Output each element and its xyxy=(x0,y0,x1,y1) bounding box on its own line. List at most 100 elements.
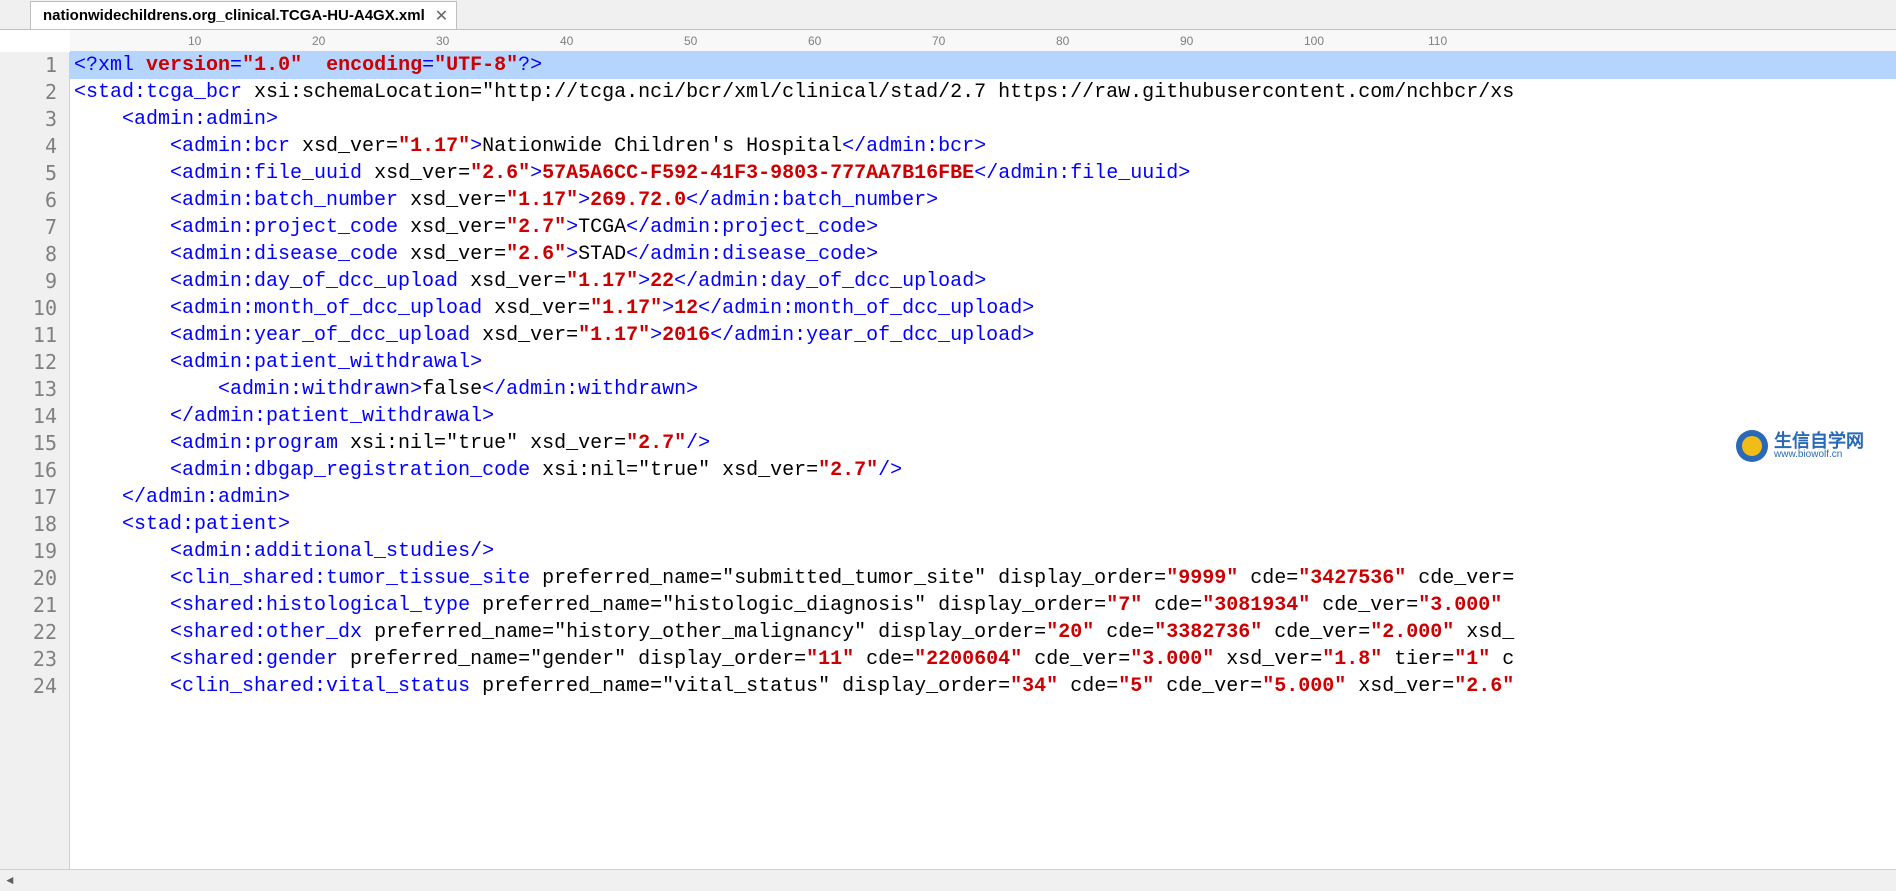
file-tab[interactable]: nationwidechildrens.org_clinical.TCGA-HU… xyxy=(30,1,457,29)
token: cde= xyxy=(1070,675,1118,698)
code-line[interactable]: </admin:patient_withdrawal> xyxy=(70,403,1896,430)
token: version xyxy=(146,54,230,77)
token: "gender" xyxy=(530,648,638,671)
token: preferred_name= xyxy=(542,567,722,590)
line-number: 3 xyxy=(0,106,57,133)
token: xsi:nil= xyxy=(542,459,638,482)
line-number: 2 xyxy=(0,79,57,106)
code-line[interactable]: <admin:bcr xsd_ver="1.17">Nationwide Chi… xyxy=(70,133,1896,160)
code-line[interactable]: <admin:withdrawn>false</admin:withdrawn> xyxy=(70,376,1896,403)
code-line[interactable]: <admin:patient_withdrawal> xyxy=(70,349,1896,376)
code-view[interactable]: <?xml version="1.0" encoding="UTF-8"?><s… xyxy=(70,52,1896,869)
token: "11" xyxy=(806,648,866,671)
code-line[interactable]: <shared:other_dx preferred_name="history… xyxy=(70,619,1896,646)
ruler-mark: 30 xyxy=(436,34,449,48)
ruler-mark: 100 xyxy=(1304,34,1324,48)
code-line[interactable]: </admin:admin> xyxy=(70,484,1896,511)
token: /> xyxy=(686,432,710,455)
code-line[interactable]: <admin:additional_studies/> xyxy=(70,538,1896,565)
code-line[interactable]: <stad:patient> xyxy=(70,511,1896,538)
line-number: 13 xyxy=(0,376,57,403)
token: <admin:month_of_dcc_upload xyxy=(170,297,494,320)
token: <admin:additional_studies/> xyxy=(170,540,494,563)
token: c xyxy=(1502,648,1514,671)
token: TCGA xyxy=(578,216,626,239)
token: = xyxy=(230,54,242,77)
code-line[interactable]: <?xml version="1.0" encoding="UTF-8"?> xyxy=(70,52,1896,79)
ruler-mark: 20 xyxy=(312,34,325,48)
token: "1.17" xyxy=(398,135,470,158)
token: "7" xyxy=(1106,594,1154,617)
code-line[interactable]: <admin:file_uuid xsd_ver="2.6">57A5A6CC-… xyxy=(70,160,1896,187)
token: "9999" xyxy=(1166,567,1250,590)
code-line[interactable]: <clin_shared:vital_status preferred_name… xyxy=(70,673,1896,700)
token: "3427536" xyxy=(1298,567,1418,590)
token: tier= xyxy=(1394,648,1454,671)
code-line[interactable]: <admin:day_of_dcc_upload xsd_ver="1.17">… xyxy=(70,268,1896,295)
token: xsd_ver= xyxy=(1358,675,1454,698)
token: "vital_status" xyxy=(662,675,842,698)
line-number: 16 xyxy=(0,457,57,484)
line-number-gutter: 123456789101112131415161718192021222324 xyxy=(0,52,70,869)
code-line[interactable]: <admin:year_of_dcc_upload xsd_ver="1.17"… xyxy=(70,322,1896,349)
line-number: 7 xyxy=(0,214,57,241)
token: <admin:project_code xyxy=(170,216,410,239)
code-line[interactable]: <stad:tcga_bcr xsi:schemaLocation="http:… xyxy=(70,79,1896,106)
ruler-mark: 60 xyxy=(808,34,821,48)
logo-icon xyxy=(1736,430,1768,462)
line-number: 12 xyxy=(0,349,57,376)
token: "1.17" xyxy=(566,270,638,293)
code-line[interactable]: <shared:histological_type preferred_name… xyxy=(70,592,1896,619)
code-line[interactable]: <admin:batch_number xsd_ver="1.17">269.7… xyxy=(70,187,1896,214)
token: > xyxy=(638,270,650,293)
token: "1.17" xyxy=(590,297,662,320)
ruler-mark: 90 xyxy=(1180,34,1193,48)
token: cde= xyxy=(1154,594,1202,617)
token: "2.7" xyxy=(506,216,566,239)
ruler-mark: 110 xyxy=(1428,34,1447,48)
token: <admin:file_uuid xyxy=(170,162,374,185)
code-line[interactable]: <admin:dbgap_registration_code xsi:nil= "… xyxy=(70,457,1896,484)
token: "http://tcga.nci/bcr/xml/clinical/stad/2… xyxy=(482,81,1514,104)
watermark-cn: 生信自学网 xyxy=(1774,432,1864,450)
token: "1" xyxy=(1454,648,1502,671)
token: false xyxy=(422,378,482,401)
token: ?> xyxy=(518,54,542,77)
token: <admin:year_of_dcc_upload xyxy=(170,324,482,347)
token: </admin:day_of_dcc_upload> xyxy=(674,270,986,293)
close-icon[interactable]: ✕ xyxy=(435,6,448,26)
horizontal-scrollbar[interactable]: ◄ xyxy=(0,869,1896,891)
token: cde_ver= xyxy=(1418,567,1514,590)
code-line[interactable]: <admin:month_of_dcc_upload xsd_ver="1.17… xyxy=(70,295,1896,322)
token: "UTF-8" xyxy=(434,54,518,77)
token: encoding xyxy=(326,54,422,77)
token: <clin_shared:vital_status xyxy=(170,675,482,698)
token: 12 xyxy=(674,297,698,320)
token: <shared:histological_type xyxy=(170,594,482,617)
code-line[interactable]: <clin_shared:tumor_tissue_site preferred… xyxy=(70,565,1896,592)
code-line[interactable]: <admin:program xsi:nil="true" xsd_ver="2… xyxy=(70,430,1896,457)
token: <admin:dbgap_registration_code xyxy=(170,459,542,482)
code-line[interactable]: <admin:project_code xsd_ver="2.7">TCGA</… xyxy=(70,214,1896,241)
token: </admin:patient_withdrawal> xyxy=(170,405,494,428)
line-number: 1 xyxy=(0,52,57,79)
token: 2016 xyxy=(662,324,710,347)
scroll-left-icon[interactable]: ◄ xyxy=(0,871,20,891)
token: "2.6" xyxy=(470,162,530,185)
token: <shared:gender xyxy=(170,648,350,671)
ruler-mark: 10 xyxy=(188,34,201,48)
token: "3.000" xyxy=(1130,648,1226,671)
token: > xyxy=(530,162,542,185)
token: xsd_ver= xyxy=(302,135,398,158)
line-number: 15 xyxy=(0,430,57,457)
token: "2.7" xyxy=(818,459,878,482)
token: > xyxy=(470,135,482,158)
token: = xyxy=(422,54,434,77)
code-line[interactable]: <admin:admin> xyxy=(70,106,1896,133)
code-line[interactable]: <admin:disease_code xsd_ver="2.6">STAD</… xyxy=(70,241,1896,268)
code-line[interactable]: <shared:gender preferred_name="gender" d… xyxy=(70,646,1896,673)
token: "3.000" xyxy=(1418,594,1514,617)
token: xsi:nil= xyxy=(350,432,446,455)
ruler: 102030405060708090100110 xyxy=(70,30,1896,52)
token: <stad:patient> xyxy=(122,513,290,536)
